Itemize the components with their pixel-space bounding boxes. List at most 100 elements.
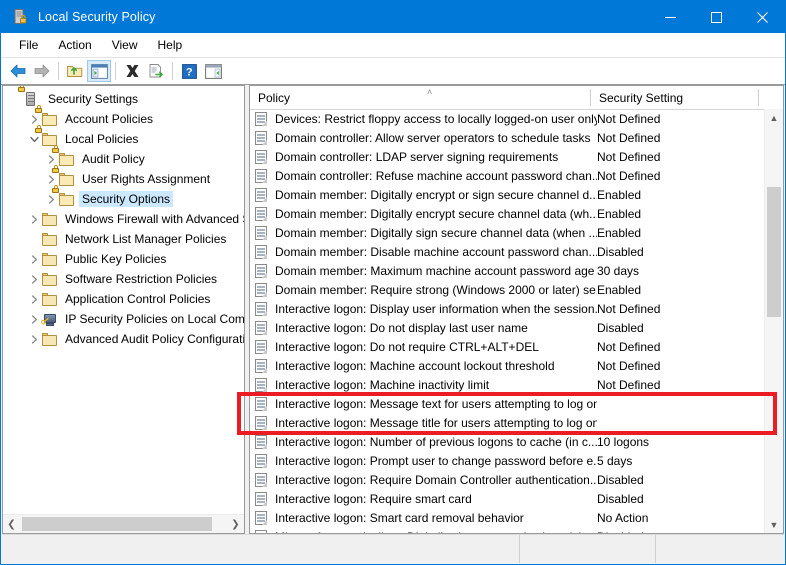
- console-tree[interactable]: Security Settings Account Policies Local P…: [3, 86, 244, 514]
- tree-chevron-icon[interactable]: [26, 271, 42, 287]
- policy-list[interactable]: Devices: Restrict floppy access to local…: [250, 109, 765, 533]
- policy-row[interactable]: Interactive logon: Message text for user…: [250, 394, 765, 413]
- column-header-security-setting[interactable]: Security Setting: [591, 86, 759, 109]
- close-button[interactable]: [739, 1, 785, 33]
- column-header-policy[interactable]: Policy ˄: [250, 86, 591, 109]
- column-divider[interactable]: [758, 89, 759, 106]
- policy-row[interactable]: Interactive logon: Number of previous lo…: [250, 432, 765, 451]
- menu-bar: File Action View Help: [1, 33, 785, 58]
- policy-row[interactable]: Domain member: Disable machine account p…: [250, 242, 765, 261]
- policy-row[interactable]: Domain member: Digitally encrypt secure …: [250, 204, 765, 223]
- policy-name: Devices: Restrict floppy access to local…: [275, 111, 597, 126]
- tree-item-advanced-audit-policy-configuration[interactable]: Advanced Audit Policy Configuration: [3, 329, 244, 349]
- policy-security-setting: Not Defined: [597, 149, 661, 164]
- delete-button[interactable]: [120, 60, 144, 82]
- tree-chevron-icon[interactable]: [26, 291, 42, 307]
- tree-hscroll-track[interactable]: [20, 517, 227, 531]
- list-column-header: Policy ˄ Security Setting: [250, 86, 783, 110]
- tree-item-local-policies[interactable]: Local Policies: [3, 125, 244, 149]
- policy-row[interactable]: Interactive logon: Smart card removal be…: [250, 508, 765, 527]
- tree-item-ip-security-policies-on-local-compute[interactable]: IP Security Policies on Local Compute: [3, 309, 244, 329]
- policy-name: Domain controller: Allow server operator…: [275, 130, 591, 145]
- policy-name: Interactive logon: Do not require CTRL+A…: [275, 339, 539, 354]
- policy-row[interactable]: Interactive logon: Machine account locko…: [250, 356, 765, 375]
- policy-row[interactable]: Domain member: Maximum machine account p…: [250, 261, 765, 280]
- window-title: Local Security Policy: [38, 10, 156, 24]
- menu-file[interactable]: File: [9, 35, 48, 55]
- policy-row[interactable]: Domain controller: Allow server operator…: [250, 128, 765, 147]
- export-list-button[interactable]: [144, 60, 168, 82]
- maximize-button[interactable]: [693, 1, 739, 33]
- policy-setting-icon: [254, 168, 270, 184]
- policy-row[interactable]: Interactive logon: Do not display last u…: [250, 318, 765, 337]
- back-button[interactable]: [6, 60, 30, 82]
- tree-chevron-icon: [9, 91, 25, 107]
- list-vertical-scrollbar[interactable]: ▲ ▼: [764, 109, 783, 533]
- tree-item-audit-policy[interactable]: Audit Policy: [3, 145, 244, 169]
- policy-name: Interactive logon: Require Domain Contro…: [275, 472, 597, 487]
- policy-row[interactable]: Domain member: Digitally encrypt or sign…: [250, 185, 765, 204]
- policy-row[interactable]: Interactive logon: Display user informat…: [250, 299, 765, 318]
- policy-name: Interactive logon: Machine account locko…: [275, 358, 555, 373]
- policy-row[interactable]: Domain controller: LDAP server signing r…: [250, 147, 765, 166]
- policy-setting-icon: [254, 415, 270, 431]
- policy-row[interactable]: Devices: Restrict floppy access to local…: [250, 109, 765, 128]
- tree-item-public-key-policies[interactable]: Public Key Policies: [3, 249, 244, 269]
- help-button[interactable]: ?: [177, 60, 201, 82]
- tree-horizontal-scrollbar[interactable]: ❮ ❯: [3, 514, 244, 533]
- tree-hscroll-thumb[interactable]: [22, 517, 212, 531]
- scroll-up-icon[interactable]: ▲: [765, 109, 783, 126]
- tree-chevron-icon[interactable]: [26, 311, 42, 327]
- policy-security-setting: Not Defined: [597, 377, 661, 392]
- policy-row[interactable]: Interactive logon: Do not require CTRL+A…: [250, 337, 765, 356]
- scroll-down-icon[interactable]: ▼: [765, 516, 783, 533]
- tree-item-label: Audit Policy: [82, 152, 145, 166]
- policy-row[interactable]: Interactive logon: Prompt user to change…: [250, 451, 765, 470]
- policy-name: Interactive logon: Message title for use…: [275, 415, 597, 430]
- tree-chevron-icon[interactable]: [26, 211, 42, 227]
- policy-security-setting: Enabled: [597, 206, 642, 221]
- policy-row[interactable]: Microsoft network client: Digitally sign…: [250, 527, 765, 533]
- policy-list-pane: Policy ˄ Security Setting Devices: Restr…: [249, 85, 784, 534]
- tree-item-windows-firewall-with-advanced-secu[interactable]: Windows Firewall with Advanced Secu: [3, 209, 244, 229]
- policy-row[interactable]: Interactive logon: Machine inactivity li…: [250, 375, 765, 394]
- policy-security-setting: Disabled: [597, 472, 644, 487]
- policy-row[interactable]: Interactive logon: Require Domain Contro…: [250, 470, 765, 489]
- menu-view[interactable]: View: [102, 35, 148, 55]
- list-vscroll-thumb[interactable]: [767, 187, 781, 317]
- toolbar-separator: [115, 62, 116, 80]
- policy-setting-icon: [254, 282, 270, 298]
- show-hide-console-tree-button[interactable]: [87, 60, 111, 82]
- policy-setting-icon: [254, 377, 270, 393]
- scroll-left-icon[interactable]: ❮: [3, 519, 20, 530]
- menu-help[interactable]: Help: [148, 35, 193, 55]
- tree-item-software-restriction-policies[interactable]: Software Restriction Policies: [3, 269, 244, 289]
- tree-item-label: Account Policies: [65, 112, 154, 126]
- policy-security-setting: Not Defined: [597, 339, 661, 354]
- tree-item-user-rights-assignment[interactable]: User Rights Assignment: [3, 165, 244, 189]
- tree-item-application-control-policies[interactable]: Application Control Policies: [3, 289, 244, 309]
- tree-chevron-icon[interactable]: [26, 251, 42, 267]
- policy-row[interactable]: Interactive logon: Message title for use…: [250, 413, 765, 432]
- minimize-button[interactable]: [647, 1, 693, 33]
- up-one-level-button[interactable]: [63, 60, 87, 82]
- policy-security-setting: Enabled: [597, 187, 642, 202]
- tree-chevron-icon[interactable]: [26, 331, 42, 347]
- policy-row[interactable]: Domain controller: Refuse machine accoun…: [250, 166, 765, 185]
- tree-item-security-options[interactable]: Security Options: [3, 185, 244, 209]
- policy-row[interactable]: Interactive logon: Require smart card Dis…: [250, 489, 765, 508]
- show-hide-action-pane-button[interactable]: [201, 60, 225, 82]
- tree-chevron-icon[interactable]: [26, 131, 42, 147]
- policy-security-setting: 5 days: [597, 453, 633, 468]
- tree-item-label: Public Key Policies: [65, 252, 167, 266]
- tree-chevron-icon[interactable]: [43, 191, 59, 207]
- status-bar-section-1: [2, 535, 520, 563]
- policy-row[interactable]: Domain member: Require strong (Windows 2…: [250, 280, 765, 299]
- tree-item-network-list-manager-policies[interactable]: Network List Manager Policies: [3, 229, 244, 249]
- scroll-right-icon[interactable]: ❯: [227, 519, 244, 530]
- title-bar: Local Security Policy: [1, 1, 785, 33]
- forward-button[interactable]: [30, 60, 54, 82]
- policy-row[interactable]: Domain member: Digitally sign secure cha…: [250, 223, 765, 242]
- menu-action[interactable]: Action: [48, 35, 101, 55]
- policy-name: Domain controller: LDAP server signing r…: [275, 149, 559, 164]
